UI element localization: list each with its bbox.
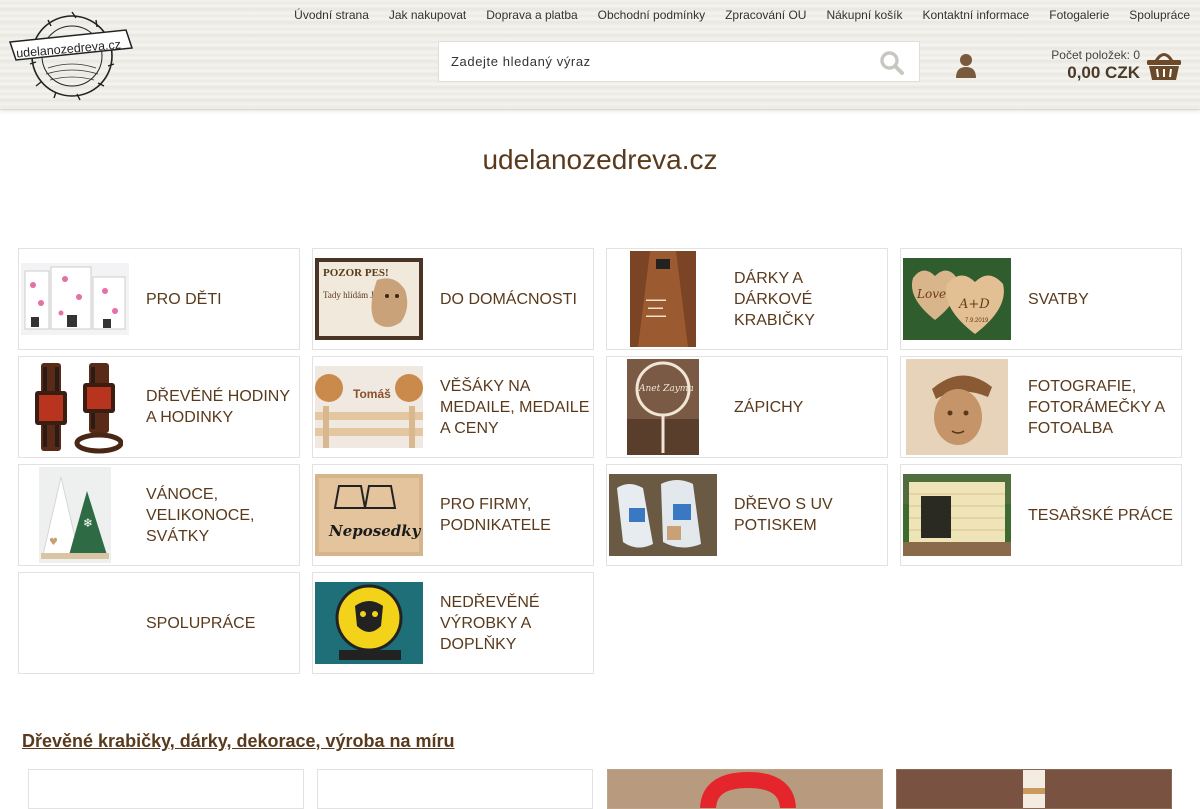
- wooden-watches-image: [21, 359, 129, 455]
- user-icon[interactable]: [955, 53, 977, 79]
- category-label: VĚŠÁKY NA MEDAILE, MEDAILE A CENY: [440, 377, 590, 437]
- category-tile-gifts[interactable]: ▬▬▬▬ ▬▬▬ ▬▬▬▬ DÁRKY A DÁRKOVÉ KRABIČKY: [606, 248, 888, 350]
- svg-text:♥: ♥: [49, 537, 58, 548]
- svg-text:Neposedky: Neposedky: [328, 522, 422, 540]
- bottle-opener-image: ▬▬▬▬ ▬▬▬ ▬▬▬▬: [609, 251, 717, 347]
- category-label: FOTOGRAFIE, FOTORÁMEČKY A FOTOALBA: [1028, 377, 1165, 437]
- site-header: udelanozedreva.cz Úvodní strana Jak naku…: [0, 0, 1200, 110]
- category-label: NEDŘEVĚNÉ VÝROBKY A DOPLŇKY: [440, 593, 540, 653]
- svg-text:7.9.2019: 7.9.2019: [965, 318, 989, 324]
- cake-topper-image: Anet Zayma: [609, 359, 717, 455]
- svg-text:Love: Love: [916, 287, 946, 301]
- nav-item-privacy[interactable]: Zpracování OU: [715, 7, 816, 23]
- page-title: udelanozedreva.cz: [482, 144, 718, 175]
- category-label: ZÁPICHY: [734, 398, 804, 416]
- category-label: DÁRKY A DÁRKOVÉ KRABIČKY: [734, 269, 815, 329]
- category-label: DO DOMÁCNOSTI: [440, 290, 577, 308]
- svg-text:POZOR PES!: POZOR PES!: [323, 267, 389, 279]
- engraved-photo-image: [903, 359, 1011, 455]
- category-tile-medal-hangers[interactable]: Tomáš VĚŠÁKY NA MEDAILE, MEDAILE A CENY: [312, 356, 594, 458]
- category-tile-toppers[interactable]: Anet Zayma ZÁPICHY: [606, 356, 888, 458]
- svg-text:▬▬▬: ▬▬▬: [648, 305, 663, 311]
- category-tile-non-wooden[interactable]: NEDŘEVĚNÉ VÝROBKY A DOPLŇKY: [312, 572, 594, 674]
- product-card[interactable]: [317, 769, 593, 809]
- category-label: SPOLUPRÁCE: [146, 614, 256, 632]
- category-tile-holidays[interactable]: ❄ ♥ VÁNOCE, VELIKONOCE, SVÁTKY: [18, 464, 300, 566]
- nav-item-contact[interactable]: Kontaktní informace: [913, 7, 1040, 23]
- christmas-trees-image: ❄ ♥: [21, 467, 129, 563]
- nav-item-how-to-buy[interactable]: Jak nakupovat: [379, 7, 476, 23]
- category-tile-cooperation[interactable]: SPOLUPRÁCE: [18, 572, 300, 674]
- wedding-hearts-image: Love A+D 7.9.2019: [903, 251, 1011, 347]
- product-card[interactable]: [896, 769, 1172, 809]
- category-tile-carpentry[interactable]: TESAŘSKÉ PRÁCE: [900, 464, 1182, 566]
- category-label: PRO DĚTI: [146, 290, 222, 308]
- nav-item-shipping[interactable]: Doprava a platba: [476, 7, 587, 23]
- search-box: [438, 41, 920, 82]
- category-label: PRO FIRMY, PODNIKATELE: [440, 496, 551, 534]
- product-card[interactable]: [607, 769, 883, 809]
- product-card[interactable]: [28, 769, 304, 809]
- category-tile-weddings[interactable]: Love A+D 7.9.2019 SVATBY: [900, 248, 1182, 350]
- svg-text:A+D: A+D: [958, 297, 990, 312]
- category-label: SVATBY: [1028, 290, 1089, 308]
- search-icon[interactable]: [879, 50, 905, 76]
- category-tile-photos[interactable]: FOTOGRAFIE, FOTORÁMEČKY A FOTOALBA: [900, 356, 1182, 458]
- svg-text:▬▬▬▬: ▬▬▬▬: [646, 297, 666, 303]
- nav-item-home[interactable]: Úvodní strana: [284, 7, 379, 23]
- medal-hanger-image: Tomáš: [315, 359, 423, 455]
- category-tile-kids[interactable]: PRO DĚTI: [18, 248, 300, 350]
- cart-total[interactable]: 0,00 CZK: [1020, 63, 1140, 83]
- yellow-emblem-image: [315, 575, 423, 671]
- nav-item-cart[interactable]: Nákupní košík: [816, 7, 912, 23]
- svg-text:❄: ❄: [83, 516, 93, 530]
- svg-text:▬▬▬▬: ▬▬▬▬: [646, 313, 666, 319]
- category-label: TESAŘSKÉ PRÁCE: [1028, 506, 1173, 524]
- dog-sign-image: POZOR PES! Tady hlídám JÁ!: [315, 251, 423, 347]
- empty-thumbnail: [21, 575, 129, 671]
- company-sign-image: Neposedky: [315, 467, 423, 563]
- category-tile-business[interactable]: Neposedky PRO FIRMY, PODNIKATELE: [312, 464, 594, 566]
- uv-print-image: [609, 467, 717, 563]
- site-logo[interactable]: udelanozedreva.cz: [8, 8, 140, 102]
- basket-icon[interactable]: [1146, 48, 1182, 82]
- svg-text:Anet Zayma: Anet Zayma: [638, 384, 694, 394]
- category-tile-uv-print[interactable]: DŘEVO S UV POTISKEM: [606, 464, 888, 566]
- svg-text:Tomáš: Tomáš: [353, 387, 391, 401]
- section-heading-link[interactable]: Dřevěné krabičky, dárky, dekorace, výrob…: [22, 731, 455, 752]
- kids-clock-image: [21, 251, 129, 347]
- product-image: [608, 770, 882, 808]
- nav-item-terms[interactable]: Obchodní podmínky: [588, 7, 715, 23]
- product-image: [897, 770, 1171, 808]
- category-tile-clocks[interactable]: DŘEVĚNÉ HODINY A HODINKY: [18, 356, 300, 458]
- category-label: DŘEVĚNÉ HODINY A HODINKY: [146, 388, 290, 426]
- category-label: VÁNOCE, VELIKONOCE, SVÁTKY: [146, 485, 255, 545]
- top-navigation: Úvodní strana Jak nakupovat Doprava a pl…: [284, 7, 1190, 23]
- search-input[interactable]: [439, 42, 859, 81]
- dog-house-image: [903, 467, 1011, 563]
- category-label: DŘEVO S UV POTISKEM: [734, 496, 833, 534]
- category-tile-household[interactable]: POZOR PES! Tady hlídám JÁ! DO DOMÁCNOSTI: [312, 248, 594, 350]
- nav-item-cooperation[interactable]: Spolupráce: [1119, 7, 1190, 23]
- cart-item-count: Počet položek: 0: [1051, 48, 1140, 62]
- nav-item-gallery[interactable]: Fotogalerie: [1039, 7, 1119, 23]
